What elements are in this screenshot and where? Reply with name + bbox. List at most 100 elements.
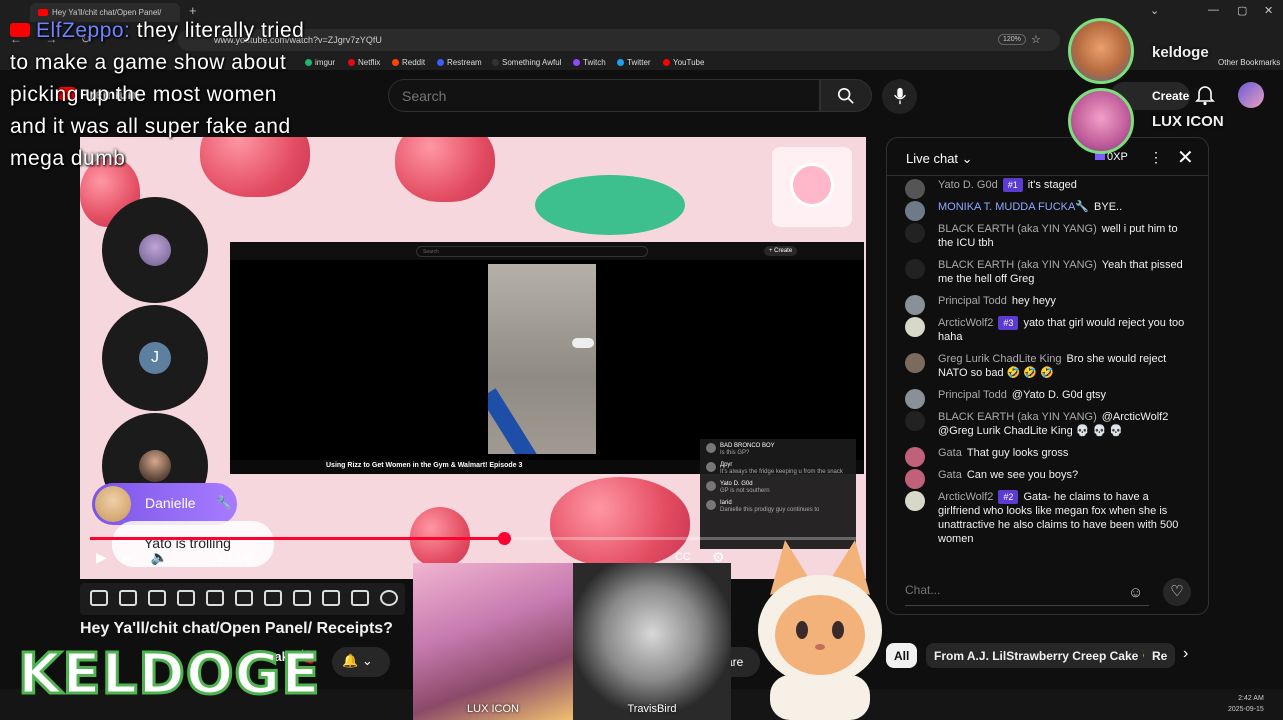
chat-avatar[interactable] bbox=[905, 259, 925, 279]
chat-author[interactable]: BLACK EARTH (aka YIN YANG) bbox=[938, 223, 1097, 235]
voice-search-button[interactable] bbox=[882, 79, 917, 114]
webcam-label: LUX ICON bbox=[467, 703, 519, 715]
minimize-icon[interactable]: — bbox=[1208, 4, 1219, 16]
picture-in-picture-icon[interactable] bbox=[206, 590, 224, 606]
more-options-icon[interactable]: ⋮ bbox=[1149, 149, 1163, 166]
cinema-icon[interactable] bbox=[148, 590, 166, 606]
chat-author[interactable]: Gata bbox=[938, 469, 962, 481]
notify-button[interactable]: 🔔 ⌄ bbox=[332, 647, 390, 677]
chip-related[interactable]: Re bbox=[1144, 643, 1176, 668]
clapper-icon[interactable] bbox=[177, 590, 195, 606]
captions-icon[interactable]: CC bbox=[675, 551, 691, 563]
caller-initial: J bbox=[139, 342, 171, 374]
bookmark-star-icon[interactable]: ☆ bbox=[1031, 33, 1041, 46]
chat-author[interactable]: Gata bbox=[938, 447, 962, 459]
chat-avatar[interactable] bbox=[905, 411, 925, 431]
zoom-badge[interactable]: 120% bbox=[998, 34, 1026, 45]
other-bookmarks[interactable]: Other Bookmarks bbox=[1218, 58, 1280, 67]
chip-channel[interactable]: From A.J. LilStrawberry Creep Cake 🍓 bbox=[926, 643, 1165, 668]
chat-author[interactable]: Yato D. G0d bbox=[938, 179, 998, 191]
chevron-down-icon[interactable]: ⌄ bbox=[1150, 4, 1159, 17]
chat-author[interactable]: MONIKA T. MUDDA FUCKA🔧 bbox=[938, 201, 1089, 213]
speaker-avatar bbox=[1068, 88, 1134, 154]
chevron-right-icon[interactable]: › bbox=[1183, 645, 1188, 663]
live-chat-panel: Live chat ⌄ 0XP ⋮ ✕ Yato D. G0d #1 it's st… bbox=[886, 137, 1209, 615]
bookmark-reddit[interactable]: Reddit bbox=[392, 58, 425, 67]
bookmark-restream[interactable]: Restream bbox=[437, 58, 482, 67]
nested-chat-message: BAD BRONCO BOY Is this GP? bbox=[706, 443, 850, 457]
chat-avatar[interactable] bbox=[905, 295, 925, 315]
notifications-bell-icon[interactable] bbox=[1195, 84, 1215, 106]
bookmark-youtube[interactable]: YouTube bbox=[663, 58, 704, 67]
bell-icon: 🔔 bbox=[342, 653, 359, 668]
heart-icon: ♡ bbox=[1170, 583, 1184, 600]
heart-button[interactable]: ♡ bbox=[1163, 578, 1191, 606]
screen: Hey Ya'll/chit chat/Open Panel/ + ⌄ — ▢ … bbox=[0, 0, 1283, 720]
speedometer-icon[interactable] bbox=[264, 590, 282, 606]
next-icon[interactable]: ⏭ bbox=[122, 549, 135, 565]
chat-avatar[interactable] bbox=[905, 389, 925, 409]
chat-avatar[interactable] bbox=[905, 179, 925, 199]
live-chat-mode-select[interactable]: Live chat ⌄ bbox=[906, 151, 973, 167]
video-player[interactable]: J Search + Create Using Rizz to Get Wome… bbox=[80, 137, 866, 579]
progress-knob[interactable] bbox=[497, 532, 511, 545]
close-icon[interactable]: ✕ bbox=[1177, 145, 1194, 170]
chat-text: BYE.. bbox=[1094, 201, 1123, 213]
emoji-icon[interactable]: ☺ bbox=[1128, 584, 1143, 601]
chat-author[interactable]: ArcticWolf2 bbox=[938, 317, 993, 329]
bookmark-favicon-icon bbox=[492, 59, 499, 66]
nested-create: + Create bbox=[764, 246, 798, 256]
microphone-icon bbox=[894, 87, 906, 105]
overlay-chat-message: ElfZeppo: they literally tried to make a… bbox=[10, 15, 310, 175]
broadcast-icon[interactable] bbox=[119, 590, 137, 606]
chat-avatar[interactable] bbox=[905, 353, 925, 373]
chat-author[interactable]: Greg Lurik ChadLite King bbox=[938, 353, 1062, 365]
chat-avatar[interactable] bbox=[905, 317, 925, 337]
chat-avatar[interactable] bbox=[905, 201, 925, 221]
search-input[interactable] bbox=[389, 80, 819, 111]
loop-icon[interactable] bbox=[90, 590, 108, 606]
gear-icon[interactable] bbox=[380, 590, 398, 606]
bookmark-twitch[interactable]: Twitch bbox=[573, 58, 606, 67]
bookmark-netflix[interactable]: Netflix bbox=[348, 58, 380, 67]
system-clock: 2:42 AM 2025-09-15 bbox=[1228, 695, 1264, 713]
chat-message: ArcticWolf2 #2 Gata- he claims to have a g… bbox=[887, 488, 1208, 552]
chat-input-field[interactable] bbox=[905, 581, 1149, 606]
chat-author[interactable]: BLACK EARTH (aka YIN YANG) bbox=[938, 259, 1097, 271]
nested-chat-message: Yato D. G0d GP is not southern bbox=[706, 481, 850, 495]
volume-icon[interactable]: 🔈 bbox=[151, 549, 168, 565]
account-avatar[interactable] bbox=[1238, 82, 1264, 108]
chat-author[interactable]: ArcticWolf2 bbox=[938, 491, 993, 503]
screen-icon[interactable] bbox=[235, 590, 253, 606]
search-button[interactable] bbox=[820, 79, 872, 112]
maximize-icon[interactable]: ▢ bbox=[1237, 4, 1247, 17]
chat-avatar[interactable] bbox=[905, 447, 925, 467]
chat-author[interactable]: BLACK EARTH (aka YIN YANG) bbox=[938, 411, 1097, 423]
speaker-name: keldoge bbox=[1152, 44, 1209, 61]
bookmark-favicon-icon bbox=[348, 59, 355, 66]
bookmark-twitter[interactable]: Twitter bbox=[617, 58, 651, 67]
chat-avatar[interactable] bbox=[905, 223, 925, 243]
chat-message: Yato D. G0d #1 it's staged bbox=[887, 176, 1208, 199]
chat-author[interactable]: Principal Todd bbox=[938, 389, 1007, 401]
search-box[interactable] bbox=[388, 79, 820, 112]
address-bar[interactable]: www.youtube.com/watch?v=ZJgrv7zYQfU bbox=[178, 29, 1060, 51]
chat-author[interactable]: Principal Todd bbox=[938, 295, 1007, 307]
chat-avatar[interactable] bbox=[905, 469, 925, 489]
play-icon[interactable]: ▶ bbox=[96, 549, 107, 565]
close-window-icon[interactable]: ✕ bbox=[1264, 4, 1273, 17]
add-frame-icon[interactable] bbox=[293, 590, 311, 606]
chat-input[interactable] bbox=[905, 583, 1149, 597]
speaker-avatar bbox=[1068, 18, 1134, 84]
chat-message: BLACK EARTH (aka YIN YANG) well i put him… bbox=[887, 220, 1208, 256]
chat-text: hey heyy bbox=[1011, 295, 1056, 307]
overlay-chat-author: ElfZeppo: bbox=[36, 19, 131, 42]
webcam-tile: TravisBird bbox=[573, 563, 731, 720]
chat-avatar[interactable] bbox=[905, 491, 925, 511]
video-title: Hey Ya'll/chit chat/Open Panel/ Receipts… bbox=[80, 620, 393, 637]
chat-message: BLACK EARTH (aka YIN YANG) @ArcticWolf2 @… bbox=[887, 408, 1208, 444]
bookmark-something-awful[interactable]: Something Awful bbox=[492, 58, 561, 67]
camera-icon[interactable] bbox=[322, 590, 340, 606]
chat-message: BLACK EARTH (aka YIN YANG) Yeah that piss… bbox=[887, 256, 1208, 292]
keyboard-icon[interactable] bbox=[351, 590, 369, 606]
